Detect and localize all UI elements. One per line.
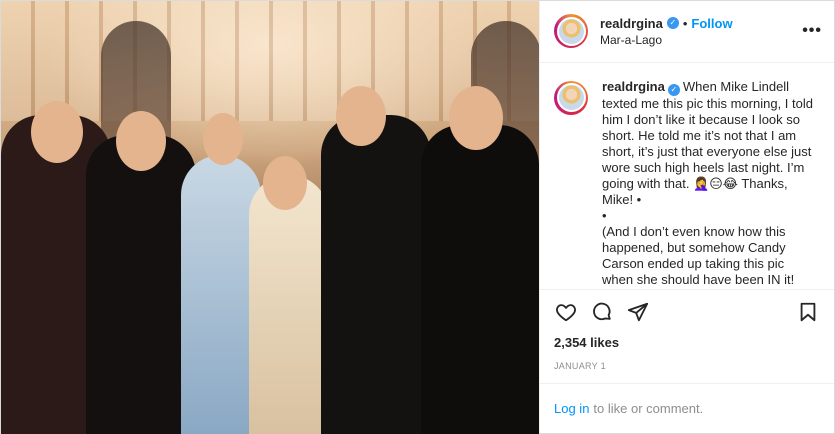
caption-avatar-ring[interactable]	[554, 80, 588, 115]
photo-face	[336, 86, 386, 146]
post-photo[interactable]	[1, 1, 539, 434]
photo-face	[31, 101, 83, 163]
separator-dot: •	[682, 15, 688, 31]
more-options-icon[interactable]: •••	[802, 22, 822, 40]
photo-face	[263, 156, 307, 210]
photo-person	[421, 125, 539, 434]
photo-person	[86, 135, 196, 434]
post-caption: realdrgina ✓ When Mike Lindell texted me t…	[602, 79, 818, 289]
bookmark-icon[interactable]	[796, 300, 820, 324]
photo-face	[203, 113, 243, 165]
comments-section: realdrgina ✓ When Mike Lindell texted me t…	[540, 63, 834, 289]
caption-username-link[interactable]: realdrgina	[602, 79, 665, 94]
login-prompt: Log in to like or comment.	[540, 382, 834, 433]
verified-badge-icon: ✓	[667, 83, 680, 96]
post-header: realdrgina ✓ • Follow Mar-a-Lago •••	[540, 1, 834, 63]
photo-person	[321, 115, 431, 434]
avatar[interactable]	[556, 16, 586, 46]
profile-avatar-ring[interactable]	[554, 14, 588, 49]
photo-face	[449, 86, 503, 150]
follow-button[interactable]: Follow	[691, 16, 732, 31]
login-link[interactable]: Log in	[554, 401, 589, 416]
username-link[interactable]: realdrgina	[600, 16, 663, 31]
comment-icon[interactable]	[590, 300, 614, 324]
action-icons	[554, 300, 820, 324]
post-sidebar: realdrgina ✓ • Follow Mar-a-Lago ••• rea…	[539, 1, 834, 433]
caption-text: When Mike Lindell texted me this pic thi…	[602, 78, 813, 207]
share-icon[interactable]	[626, 300, 650, 324]
caption-text-continued: (And I don’t even know how this happened…	[602, 223, 795, 289]
login-prompt-text: to like or comment.	[593, 400, 704, 416]
verified-badge-icon: ✓	[666, 17, 679, 30]
username-row: realdrgina ✓ • Follow	[600, 16, 733, 31]
avatar[interactable]	[556, 83, 586, 113]
caption-paragraph: realdrgina ✓ When Mike Lindell texted me t…	[602, 79, 818, 208]
photo-face	[116, 111, 166, 171]
photo-person	[249, 175, 329, 434]
likes-count[interactable]: 2,354 likes	[554, 335, 820, 350]
heart-icon[interactable]	[554, 300, 578, 324]
post-actions: 2,354 likes JANUARY 1	[540, 288, 834, 371]
location-link[interactable]: Mar-a-Lago	[600, 33, 733, 47]
header-text: realdrgina ✓ • Follow Mar-a-Lago	[600, 16, 733, 47]
instagram-post: realdrgina ✓ • Follow Mar-a-Lago ••• rea…	[0, 0, 835, 434]
post-date[interactable]: JANUARY 1	[554, 361, 820, 371]
caption-bullet: •	[602, 207, 607, 223]
